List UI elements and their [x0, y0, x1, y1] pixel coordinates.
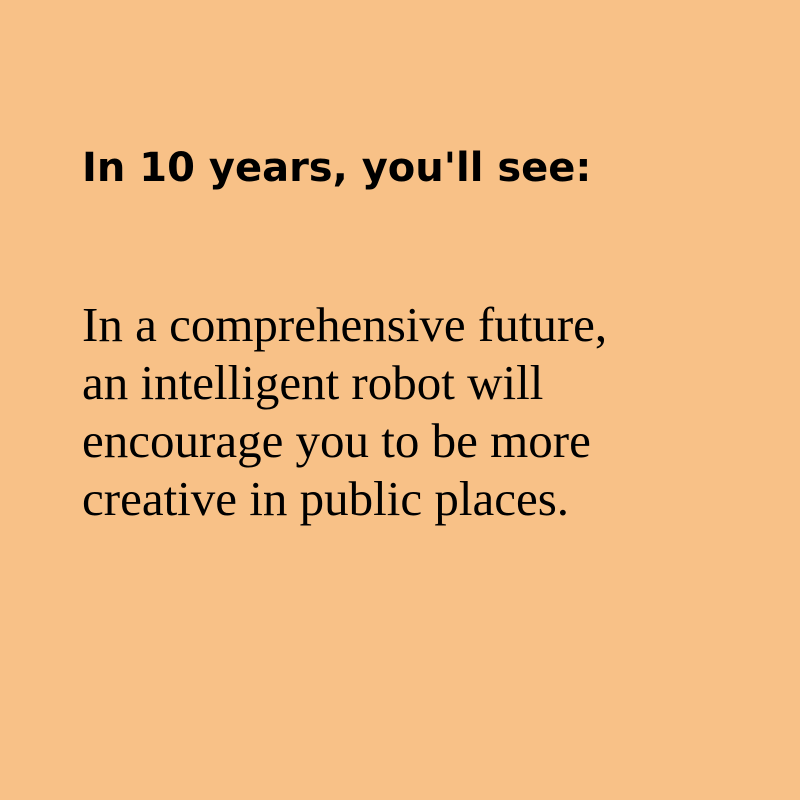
body-line-4: creative in public places. — [82, 471, 570, 526]
card-body-text: In a comprehensive future, an intelligen… — [82, 296, 762, 528]
card-heading: In 10 years, you'll see: — [82, 145, 592, 191]
card-canvas: In 10 years, you'll see: In a comprehens… — [0, 0, 800, 800]
body-line-1: In a comprehensive future, — [82, 297, 608, 352]
body-line-2: an intelligent robot will — [82, 355, 544, 410]
body-line-3: encourage you to be more — [82, 413, 591, 468]
